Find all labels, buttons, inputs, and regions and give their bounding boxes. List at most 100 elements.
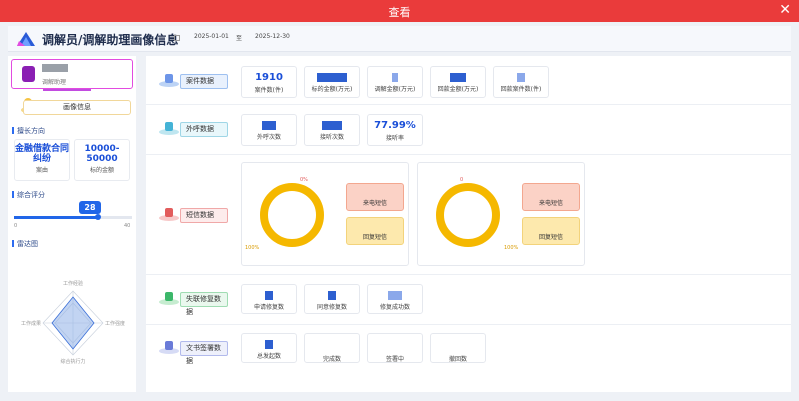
- stat-answer-rate: 77.99% 接听率: [367, 114, 423, 146]
- stat-case-count: 1910 案件数(件): [241, 66, 297, 98]
- donut-label-top: 0%: [300, 177, 308, 183]
- radar-axis-label: 综合执行力: [60, 358, 85, 365]
- stat-label: 调解金额(万元): [374, 86, 416, 93]
- stat-subject-amount: 标的金额(万元): [304, 66, 360, 98]
- stat-doc-initiated: 总发起数: [241, 333, 297, 363]
- avatar: [22, 66, 35, 82]
- stat-repayment-cases: 回款案件数(件): [493, 66, 549, 98]
- logo-icon: [17, 32, 35, 46]
- row-divider: [146, 274, 791, 275]
- calendar-icon: [174, 35, 180, 41]
- redacted-value: [517, 73, 525, 82]
- stat-label: 签署中: [385, 356, 404, 363]
- redacted-value: [262, 121, 276, 130]
- user-card: 调解助理: [11, 59, 133, 89]
- redacted-value: [392, 73, 398, 82]
- stat-label: 案件数(件): [254, 87, 284, 94]
- expertise-title: 擅长方向: [12, 126, 45, 136]
- score-slider-fill: [14, 216, 98, 219]
- stat-value: 77.99%: [374, 120, 416, 131]
- case-data-label: 案件数据: [180, 74, 228, 89]
- user-name-redacted: [42, 64, 68, 72]
- stat-doc-signing: 签署中: [367, 333, 423, 363]
- sms-reply-card: 回复短信: [346, 217, 404, 245]
- sms-donut-card-left: 0% 100% 来电短信 回复短信: [241, 162, 409, 266]
- stat-repair-success: 修复成功数: [367, 284, 423, 314]
- stat-repair-agreed: 同意修复数: [304, 284, 360, 314]
- stat-label: 接听率: [385, 135, 404, 142]
- radar-axis-label: 工作强度: [105, 320, 125, 327]
- document-sign-icon: [159, 341, 179, 354]
- expertise-amount-value: 10000-50000: [84, 144, 120, 164]
- stat-repayment-amount: 回款金额(万元): [430, 66, 486, 98]
- date-start[interactable]: 2025-01-01: [194, 33, 229, 40]
- redacted-value: [450, 73, 466, 82]
- stat-doc-withdrawn: 撤回数: [430, 333, 486, 363]
- stat-answered-count: 接听次数: [304, 114, 360, 146]
- modal-titlebar: 查看 ✕: [0, 0, 799, 22]
- sms-reply-card: 回复短信: [522, 217, 580, 245]
- modal-title: 查看: [388, 6, 411, 19]
- close-icon[interactable]: ✕: [779, 2, 791, 18]
- sms-incoming-card: 来电短信: [522, 183, 580, 211]
- repair-data-label: 失联修复数据: [180, 292, 228, 316]
- row-divider: [146, 154, 791, 155]
- stat-repair-request: 申请修复数: [241, 284, 297, 314]
- date-separator: 至: [236, 35, 243, 42]
- score-max: 40: [124, 223, 131, 229]
- document-sign-label: 文书签署数据: [180, 341, 228, 365]
- score-slider-handle[interactable]: [95, 214, 101, 220]
- user-role: 调解助理: [42, 79, 67, 86]
- outbound-call-icon: [159, 122, 179, 135]
- donut-label-bottom: 100%: [504, 245, 519, 251]
- case-data-icon: [159, 74, 179, 87]
- row-divider: [146, 324, 791, 325]
- stat-label: 完成数: [322, 356, 341, 363]
- donut-label-top: 0: [460, 177, 464, 183]
- redacted-value: [388, 291, 402, 300]
- radar-axis-label: 工作成果: [21, 320, 41, 327]
- score-value-badge: 28: [79, 201, 101, 214]
- stat-label: 回款金额(万元): [437, 86, 479, 93]
- stat-doc-completed: 完成数: [304, 333, 360, 363]
- donut-chart: [436, 183, 500, 247]
- stat-label: 撤回数: [448, 356, 467, 363]
- score-min: 0: [14, 223, 18, 229]
- sms-data-label: 短信数据: [180, 208, 228, 223]
- date-end[interactable]: 2025-12-30: [255, 33, 290, 40]
- metrics-panel: 案件数据 1910 案件数(件) 标的金额(万元) 调解金额(万元) 回款金额(…: [146, 56, 791, 392]
- score-title: 综合评分: [12, 190, 45, 200]
- sms-incoming-card: 来电短信: [346, 183, 404, 211]
- donut-chart: [260, 183, 324, 247]
- radar-title: 雷达图: [12, 239, 38, 249]
- redacted-value: [322, 121, 342, 130]
- sms-data-icon: [159, 208, 179, 221]
- stat-value: 1910: [255, 72, 283, 83]
- stat-label: 修复成功数: [379, 304, 410, 311]
- page-title: 调解员/调解助理画像信息: [42, 33, 179, 47]
- stat-call-count: 外呼次数: [241, 114, 297, 146]
- stat-label: 回款案件数(件): [500, 86, 542, 93]
- radar-chart: 工作经验 工作强度 综合执行力 工作成果: [21, 280, 125, 365]
- user-card-underline: [43, 89, 91, 91]
- redacted-value: [265, 340, 273, 349]
- profile-info-button[interactable]: 画像信息: [23, 100, 131, 115]
- outbound-call-label: 外呼数据: [180, 122, 228, 137]
- row-divider: [146, 104, 791, 105]
- stat-label: 外呼次数: [256, 134, 281, 141]
- redacted-value: [317, 73, 347, 82]
- profile-sidebar: 调解助理 画像信息 擅长方向 金融借款合同纠纷 案由 10000-50000 标…: [8, 56, 136, 392]
- stat-label: 申请修复数: [253, 304, 284, 311]
- stat-label: 总发起数: [256, 353, 281, 360]
- donut-label-bottom: 100%: [245, 245, 260, 251]
- radar-axis-label: 工作经验: [63, 280, 83, 287]
- expertise-amount-tile: 10000-50000 标的金额: [74, 139, 130, 181]
- sms-donut-card-right: 0 100% 来电短信 回复短信: [417, 162, 585, 266]
- expertise-amount-label: 标的金额: [89, 167, 114, 174]
- repair-data-icon: [159, 292, 179, 305]
- stat-label: 接听次数: [319, 134, 344, 141]
- expertise-case-label: 案由: [35, 167, 48, 174]
- stat-mediation-amount: 调解金额(万元): [367, 66, 423, 98]
- stat-label: 同意修复数: [316, 304, 347, 311]
- page-header: 调解员/调解助理画像信息 2025-01-01 至 2025-12-30: [8, 26, 791, 52]
